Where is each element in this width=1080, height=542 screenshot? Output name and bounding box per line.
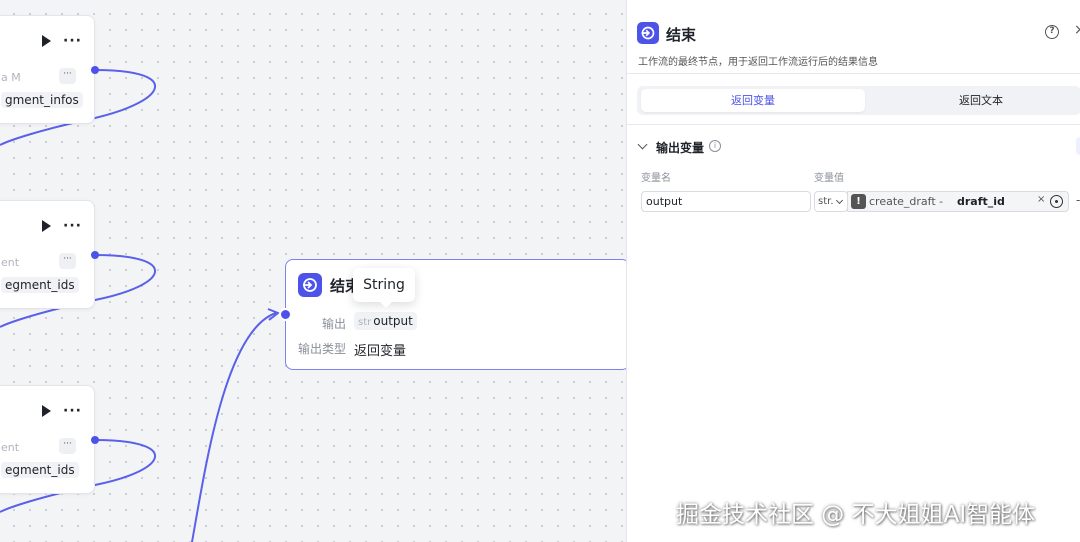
run-icon[interactable]	[42, 405, 52, 417]
panel-title: 结束	[666, 26, 697, 44]
output-port[interactable]	[91, 436, 99, 444]
output-var-chip: str output	[354, 312, 417, 330]
end-node-input-port[interactable]	[279, 308, 292, 321]
divider	[627, 124, 1080, 125]
output-type-value: 返回变量	[354, 344, 407, 359]
node-output-tag: egment_ids	[1, 277, 79, 293]
tab-return-variable[interactable]: 返回变量	[641, 89, 865, 112]
divider	[627, 73, 1080, 74]
workflow-canvas[interactable]: ··· a M ··· gment_infos ··· ent ··· egme…	[0, 0, 630, 542]
properties-panel: 结束 ? × 工作流的最终节点，用于返回工作流运行后的结果信息 返回变量 返回文…	[626, 0, 1080, 542]
add-variable-button[interactable]	[1076, 137, 1080, 155]
run-icon[interactable]	[42, 35, 52, 47]
output-port[interactable]	[91, 251, 99, 259]
run-icon[interactable]	[42, 220, 52, 232]
reference-source-node: create_draft -	[869, 195, 944, 208]
output-type-label: 输出类型	[298, 342, 347, 356]
more-icon[interactable]: ···	[63, 34, 82, 48]
node-controls: ···	[42, 34, 82, 48]
node-controls: ···	[42, 219, 82, 233]
end-node-icon	[298, 273, 322, 297]
node-input-label: ent	[1, 441, 20, 454]
output-port[interactable]	[91, 66, 99, 74]
output-var-name: output	[373, 314, 413, 328]
info-icon[interactable]: i	[709, 140, 721, 152]
panel-description: 工作流的最终节点，用于返回工作流运行后的结果信息	[638, 57, 878, 68]
clear-icon[interactable]: ×	[1037, 194, 1045, 205]
workflow-node-2[interactable]: ··· ent ··· egment_ids	[0, 200, 95, 309]
chevron-down-icon[interactable]	[637, 139, 648, 150]
return-mode-tabs: 返回变量 返回文本	[637, 86, 1080, 115]
node-controls: ···	[42, 404, 82, 418]
type-tooltip: String	[353, 268, 415, 308]
end-node[interactable]: 结束 输出 str output 输出类型 返回变量	[285, 259, 630, 370]
more-icon[interactable]: ···	[63, 219, 82, 233]
expand-icon[interactable]: ···	[59, 68, 76, 84]
column-header-name: 变量名	[641, 173, 671, 184]
node-output-tag: egment_ids	[1, 462, 79, 478]
close-icon[interactable]: ×	[1074, 22, 1080, 38]
panel-end-icon	[637, 22, 659, 44]
section-title: 输出变量	[656, 141, 705, 155]
reference-variable: draft_id	[957, 195, 1005, 208]
expand-icon[interactable]: ···	[59, 253, 76, 269]
column-header-value: 变量值	[814, 173, 844, 184]
variable-reference-field[interactable]: ! create_draft - draft_id ×	[847, 191, 1069, 212]
output-type-abbr: str	[358, 317, 372, 328]
output-label: 输出	[322, 317, 347, 331]
more-icon[interactable]: ···	[63, 404, 82, 418]
warning-icon: !	[851, 194, 866, 209]
target-icon[interactable]	[1050, 195, 1063, 208]
node-input-label: ent	[1, 256, 20, 269]
remove-row-button[interactable]: -	[1076, 193, 1080, 207]
help-icon[interactable]: ?	[1045, 25, 1059, 39]
node-output-tag: gment_infos	[1, 92, 83, 108]
expand-icon[interactable]: ···	[59, 438, 76, 454]
value-type-select[interactable]: str.	[814, 191, 848, 212]
node-input-label: a M	[1, 71, 21, 84]
watermark: 掘金技术社区 @ 不大姐姐AI智能体	[676, 502, 1036, 528]
tab-return-text[interactable]: 返回文本	[869, 89, 1080, 112]
variable-name-input[interactable]: output	[641, 191, 811, 212]
value-type-label: str.	[818, 196, 834, 207]
workflow-node-1[interactable]: ··· a M ··· gment_infos	[0, 15, 95, 124]
chevron-down-icon	[835, 196, 844, 205]
workflow-node-3[interactable]: ··· ent ··· egment_ids	[0, 385, 95, 494]
